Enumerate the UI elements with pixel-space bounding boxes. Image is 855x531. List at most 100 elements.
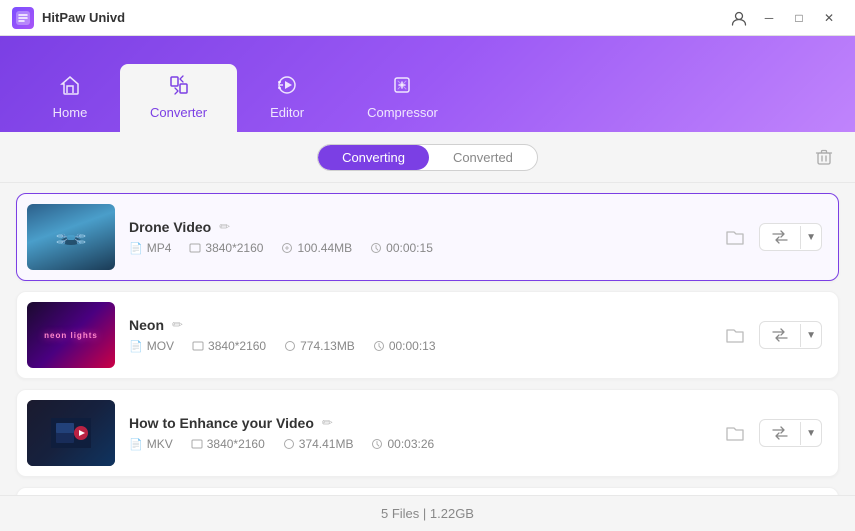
resolution-icon (189, 242, 201, 254)
converter-icon (168, 74, 190, 100)
file-meta: 📄 MKV 3840*2160 374.41MB 00:03:26 (129, 437, 705, 451)
file-format: MOV (147, 339, 174, 353)
size-icon (283, 438, 295, 450)
convert-dropdown-arrow[interactable]: ▼ (800, 422, 821, 445)
file-duration: 00:00:13 (389, 339, 436, 353)
home-icon (59, 74, 81, 100)
file-meta: 📄 MP4 3840*2160 100.44MB 00:00:15 (129, 241, 705, 255)
file-icon: 📄 (129, 242, 143, 255)
duration-item: 00:00:13 (373, 339, 436, 353)
app-title: HitPaw Univd (42, 10, 125, 25)
format-item: 📄 MP4 (129, 241, 171, 255)
convert-btn-main (760, 420, 800, 446)
nav-editor-label: Editor (270, 105, 304, 120)
size-item: 774.13MB (284, 339, 355, 353)
edit-name-icon[interactable]: ✏ (172, 317, 183, 333)
size-item: 100.44MB (281, 241, 352, 255)
title-bar-controls: ─ □ ✕ (725, 6, 843, 30)
size-icon (284, 340, 296, 352)
tab-group: Converting Converted (317, 144, 538, 171)
file-list: Drone Video ✏ 📄 MP4 3840*2160 100.44MB (0, 183, 855, 495)
status-text: 5 Files | 1.22GB (381, 506, 474, 521)
edit-name-icon[interactable]: ✏ (322, 415, 333, 431)
convert-btn-main (760, 224, 800, 250)
thumbnail-how-to-enhance (27, 400, 115, 466)
status-bar: 5 Files | 1.22GB (0, 495, 855, 531)
delete-all-button[interactable] (809, 142, 839, 172)
compressor-icon (391, 74, 413, 100)
nav-editor[interactable]: Editor (237, 64, 337, 132)
file-icon: 📄 (129, 438, 143, 451)
close-button[interactable]: ✕ (815, 6, 843, 30)
convert-dropdown-arrow[interactable]: ▼ (800, 226, 821, 249)
file-info-how-to-enhance: How to Enhance your Video ✏ 📄 MKV 3840*2… (129, 415, 705, 451)
duration-item: 00:03:26 (371, 437, 434, 451)
convert-dropdown-arrow[interactable]: ▼ (800, 324, 821, 347)
user-button[interactable] (725, 6, 753, 30)
file-item-zoom-sound: 🎵 Zoom-Sound ✏ 📄 M4A 320kbps 142.88KB (16, 487, 839, 495)
duration-item: 00:00:15 (370, 241, 433, 255)
nav-home[interactable]: Home (20, 64, 120, 132)
duration-icon (373, 340, 385, 352)
nav-bar: Home Converter Editor (0, 36, 855, 132)
format-item: 📄 MKV (129, 437, 173, 451)
nav-home-label: Home (53, 105, 88, 120)
nav-compressor[interactable]: Compressor (337, 64, 468, 132)
app-logo (12, 7, 34, 29)
size-item: 374.41MB (283, 437, 354, 451)
duration-icon (370, 242, 382, 254)
file-info-drone-video: Drone Video ✏ 📄 MP4 3840*2160 100.44MB (129, 219, 705, 255)
file-item-drone-video: Drone Video ✏ 📄 MP4 3840*2160 100.44MB (16, 193, 839, 281)
file-item-how-to-enhance: How to Enhance your Video ✏ 📄 MKV 3840*2… (16, 389, 839, 477)
tab-converting[interactable]: Converting (318, 145, 429, 170)
edit-name-icon[interactable]: ✏ (219, 219, 230, 235)
file-resolution: 3840*2160 (208, 339, 266, 353)
folder-button[interactable] (719, 417, 751, 449)
tab-bar: Converting Converted (0, 132, 855, 183)
convert-button-group[interactable]: ▼ (759, 321, 822, 349)
file-size: 774.13MB (300, 339, 355, 353)
file-actions: ▼ (719, 221, 822, 253)
size-icon (281, 242, 293, 254)
file-icon: 📄 (129, 340, 143, 353)
file-name-row: Drone Video ✏ (129, 219, 705, 235)
file-actions: ▼ (719, 319, 822, 351)
title-bar-left: HitPaw Univd (12, 7, 125, 29)
thumbnail-drone-video (27, 204, 115, 270)
file-name-row: How to Enhance your Video ✏ (129, 415, 705, 431)
file-meta: 📄 MOV 3840*2160 774.13MB 00:00:13 (129, 339, 705, 353)
resolution-icon (191, 438, 203, 450)
resolution-icon (192, 340, 204, 352)
file-resolution: 3840*2160 (207, 437, 265, 451)
minimize-button[interactable]: ─ (755, 6, 783, 30)
resolution-item: 3840*2160 (189, 241, 263, 255)
file-name: Drone Video (129, 219, 211, 235)
file-item-neon: neon lights Neon ✏ 📄 MOV 3840*2160 774 (16, 291, 839, 379)
nav-compressor-label: Compressor (367, 105, 438, 120)
convert-button-group[interactable]: ▼ (759, 223, 822, 251)
convert-btn-main (760, 322, 800, 348)
file-actions: ▼ (719, 417, 822, 449)
file-format: MP4 (147, 241, 172, 255)
file-info-neon: Neon ✏ 📄 MOV 3840*2160 774.13MB (129, 317, 705, 353)
nav-converter[interactable]: Converter (120, 64, 237, 132)
nav-converter-label: Converter (150, 105, 207, 120)
tab-converted[interactable]: Converted (429, 145, 537, 170)
folder-button[interactable] (719, 319, 751, 351)
file-format: MKV (147, 437, 173, 451)
editor-icon (276, 74, 298, 100)
resolution-item: 3840*2160 (191, 437, 265, 451)
folder-button[interactable] (719, 221, 751, 253)
resolution-item: 3840*2160 (192, 339, 266, 353)
file-name: How to Enhance your Video (129, 415, 314, 431)
duration-icon (371, 438, 383, 450)
file-duration: 00:00:15 (386, 241, 433, 255)
file-name-row: Neon ✏ (129, 317, 705, 333)
format-item: 📄 MOV (129, 339, 174, 353)
convert-button-group[interactable]: ▼ (759, 419, 822, 447)
thumbnail-neon: neon lights (27, 302, 115, 368)
file-duration: 00:03:26 (387, 437, 434, 451)
file-name: Neon (129, 317, 164, 333)
file-size: 374.41MB (299, 437, 354, 451)
maximize-button[interactable]: □ (785, 6, 813, 30)
